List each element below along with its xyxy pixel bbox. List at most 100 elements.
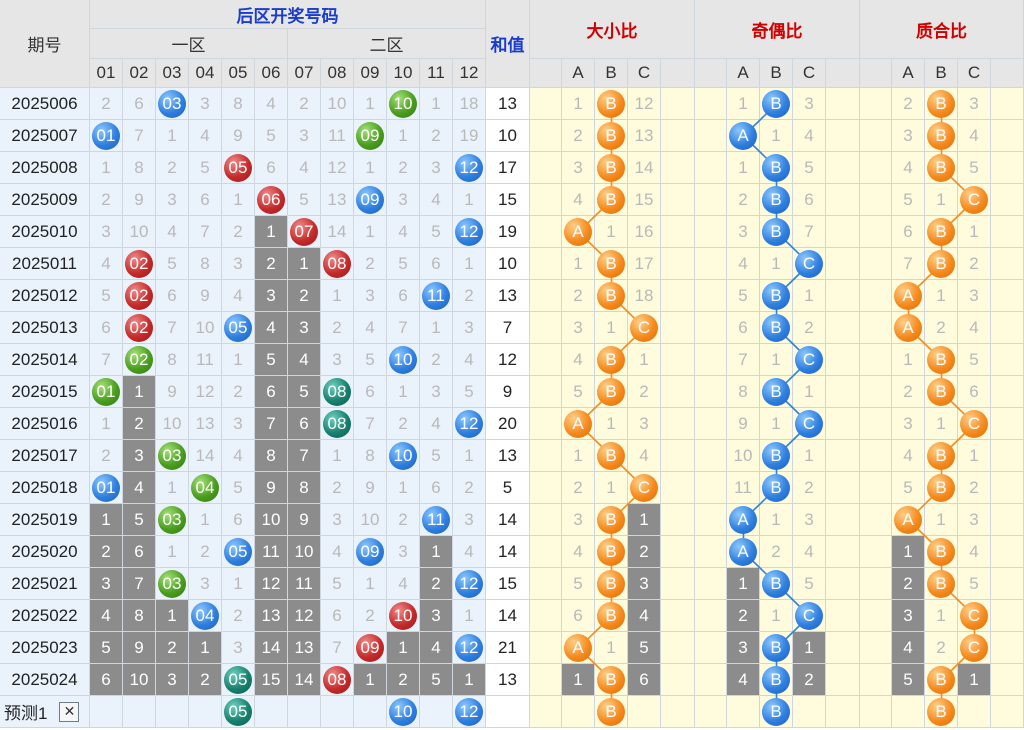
zone2-header: 二区 xyxy=(288,29,486,59)
number-ball: 09 xyxy=(356,537,384,566)
number-cell: 12 xyxy=(189,376,222,408)
number-cell: 1 xyxy=(387,632,420,664)
number-cell: 3 xyxy=(123,440,156,472)
miss-count: 15 xyxy=(634,189,654,209)
repeat-count: 6 xyxy=(101,669,111,689)
sum-value: 7 xyxy=(502,317,513,337)
repeat-count: 1 xyxy=(299,253,309,273)
miss-count: 2 xyxy=(101,189,111,209)
parity-pad-cell xyxy=(826,376,860,408)
prime-ratio-cell: B xyxy=(925,152,958,184)
size-pad-cell xyxy=(530,248,562,280)
miss-count: 8 xyxy=(167,349,177,369)
prime-ratio-cell: 4 xyxy=(892,632,925,664)
sum-cell: 7 xyxy=(486,312,530,344)
repeat-count: 12 xyxy=(294,605,314,625)
prime-ratio-ball: B xyxy=(927,569,955,598)
parity-ratio-cell: B xyxy=(760,88,793,120)
repeat-count: 1 xyxy=(804,637,814,657)
number-ball: 12 xyxy=(455,569,483,598)
number-cell: 3 xyxy=(156,184,189,216)
size-ratio-cell: 3 xyxy=(562,312,595,344)
prime-ratio-cell: 6 xyxy=(958,376,991,408)
parity-ratio-cell: 8 xyxy=(727,376,760,408)
prime-pad-cell xyxy=(860,376,892,408)
miss-count: 6 xyxy=(903,221,913,241)
parity-ratio-ball: B xyxy=(762,441,790,470)
miss-count: 6 xyxy=(167,285,177,305)
number-cell: 1 xyxy=(453,664,486,696)
repeat-count: 1 xyxy=(101,509,111,529)
number-cell: 4 xyxy=(255,88,288,120)
miss-count: 5 xyxy=(573,573,583,593)
parity-ratio-cell: 1 xyxy=(727,88,760,120)
miss-count: 6 xyxy=(101,317,111,337)
parity-ratio-cell: B xyxy=(760,440,793,472)
number-ball: 04 xyxy=(191,601,219,630)
number-cell: 4 xyxy=(420,632,453,664)
number-cell: 3 xyxy=(420,376,453,408)
miss-count: 6 xyxy=(431,477,441,497)
number-cell: 03 xyxy=(156,440,189,472)
number-cell: 10 xyxy=(387,696,420,728)
miss-count: 2 xyxy=(573,125,583,145)
number-ball: 07 xyxy=(290,217,318,246)
number-cell: 14 xyxy=(288,664,321,696)
parity-ratio-cell: 1 xyxy=(760,504,793,536)
parity-ratio-cell: 1 xyxy=(760,344,793,376)
sum-cell: 10 xyxy=(486,120,530,152)
miss-count: 6 xyxy=(134,93,144,113)
miss-count: 3 xyxy=(398,189,408,209)
period-cell: 2025013 xyxy=(0,312,90,344)
size-ratio-cell: C xyxy=(628,472,661,504)
number-cell: 5 xyxy=(255,120,288,152)
sum-value: 21 xyxy=(498,637,517,657)
prime-ratio-cell: 3 xyxy=(892,408,925,440)
miss-count: 1 xyxy=(936,605,946,625)
parity-pad-cell xyxy=(826,88,860,120)
parity-ratio-cell: 5 xyxy=(793,568,826,600)
number-cell: 07 xyxy=(288,216,321,248)
repeat-count: 3 xyxy=(167,669,177,689)
repeat-count: 13 xyxy=(294,637,314,657)
number-header-label: 11 xyxy=(427,63,445,82)
size-ratio-cell: 1 xyxy=(628,344,661,376)
miss-count: 1 xyxy=(464,605,474,625)
size-ratio-cell: B xyxy=(595,536,628,568)
miss-count: 1 xyxy=(639,349,649,369)
parity-ratio-header-subcolumn: C xyxy=(793,59,826,88)
number-column-header: 03 xyxy=(156,59,189,88)
number-cell: 12 xyxy=(453,152,486,184)
parity-ratio-cell: 2 xyxy=(793,472,826,504)
size-pad-cell xyxy=(530,312,562,344)
prime-pad-cell xyxy=(860,632,892,664)
sum-cell: 13 xyxy=(486,88,530,120)
miss-count: 2 xyxy=(464,285,474,305)
prime-ratio-header-label: 质合比 xyxy=(916,21,967,41)
number-cell: 10 xyxy=(387,344,420,376)
number-header-label: 01 xyxy=(96,63,116,82)
miss-count: 5 xyxy=(398,253,408,273)
sum-cell: 20 xyxy=(486,408,530,440)
number-cell: 4 xyxy=(354,312,387,344)
parity-ratio-header-subcolumn xyxy=(826,59,860,88)
prime-ratio-cell: 1 xyxy=(892,536,925,568)
miss-count: 1 xyxy=(771,413,781,433)
number-cell: 1 xyxy=(354,568,387,600)
number-ball: 10 xyxy=(389,89,417,118)
size-pad-cell xyxy=(661,504,695,536)
number-ball: 05 xyxy=(224,665,252,694)
miss-count: 2 xyxy=(299,93,309,113)
parity-ratio-ball: C xyxy=(795,409,823,438)
close-icon[interactable]: ✕ xyxy=(59,701,80,722)
number-ball: 01 xyxy=(92,377,120,406)
number-cell: 10 xyxy=(387,600,420,632)
parity-pad-cell xyxy=(695,248,727,280)
number-cell: 4 xyxy=(453,344,486,376)
repeat-count: 2 xyxy=(431,573,441,593)
number-cell: 7 xyxy=(288,440,321,472)
parity-pad-cell xyxy=(695,376,727,408)
repeat-count: 1 xyxy=(266,221,276,241)
back-area-title-text: 后区开奖号码 xyxy=(236,6,339,26)
repeat-count: 1 xyxy=(134,381,144,401)
